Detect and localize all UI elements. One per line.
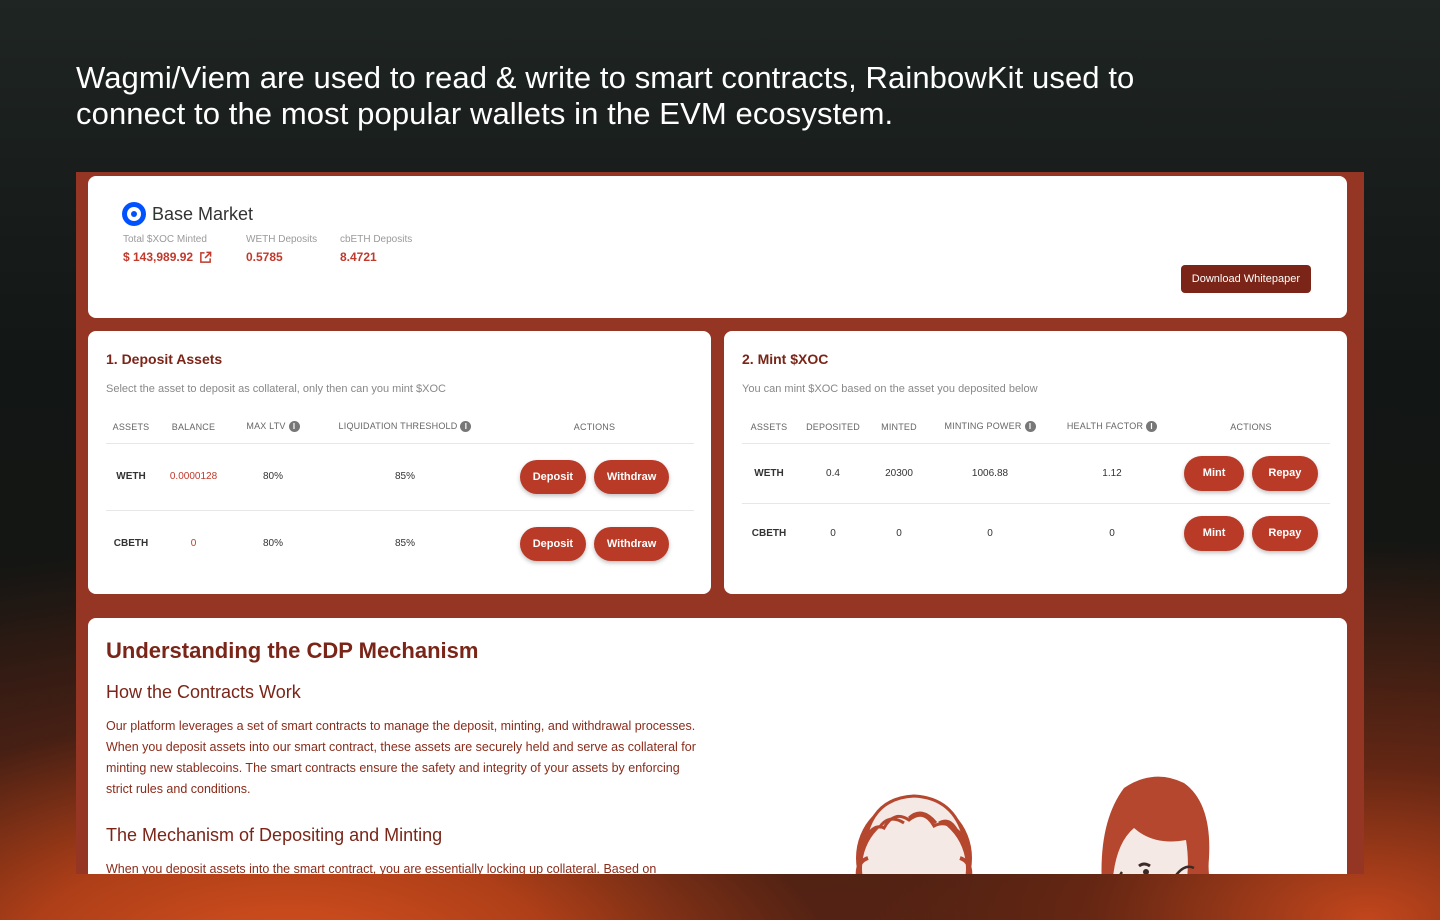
minted-cell: 20300 xyxy=(870,442,928,503)
stat-cbeth-deposits: cbETH Deposits 8.4721 xyxy=(340,234,412,264)
cdp-info-card: Understanding the CDP Mechanism How the … xyxy=(88,618,1347,874)
stat-value: 0.5785 xyxy=(246,250,283,264)
col-max-ltv-label: Max LTV xyxy=(246,421,286,432)
withdraw-button[interactable]: Withdraw xyxy=(593,459,670,494)
stat-label: Total $XOC Minted xyxy=(123,234,207,245)
people-illustration xyxy=(855,776,1210,874)
card-title: 1. Deposit Assets xyxy=(106,351,223,367)
col-max-ltv: Max LTV i xyxy=(231,411,315,443)
col-liquidation-threshold: Liquidation Threshold i xyxy=(315,411,495,443)
deposited-cell: 0 xyxy=(796,502,870,563)
table-row: WETH 0.4 20300 1006.88 1.12 Mint Repay xyxy=(742,442,1330,503)
balance-cell: 0.0000128 xyxy=(156,442,231,510)
info-icon[interactable]: i xyxy=(1024,421,1036,433)
health-cell: 0 xyxy=(1052,502,1172,563)
col-actions: Actions xyxy=(573,421,616,432)
mint-xoc-card: 2. Mint $XOC You can mint $XOC based on … xyxy=(724,331,1347,594)
repay-button[interactable]: Repay xyxy=(1251,515,1318,551)
asset-cell: CBETH xyxy=(106,509,156,577)
deposit-table: Assets Balance Max LTV i Liquidation Thre… xyxy=(106,411,694,577)
col-power-label: Minting Power xyxy=(944,421,1022,432)
repay-button[interactable]: Repay xyxy=(1251,455,1318,491)
stat-value: $ 143,989.92 xyxy=(123,250,194,264)
market-header: Base Market xyxy=(122,202,253,226)
max-ltv-cell: 80% xyxy=(231,509,315,577)
stat-label: cbETH Deposits xyxy=(340,234,413,245)
col-minting-power: Minting Power i xyxy=(928,411,1052,443)
power-cell: 1006.88 xyxy=(928,442,1052,503)
max-ltv-cell: 80% xyxy=(231,442,315,510)
external-link-icon[interactable] xyxy=(199,251,212,264)
info-title: Understanding the CDP Mechanism xyxy=(106,638,479,663)
table-row: WETH 0.0000128 80% 85% Deposit Withdraw xyxy=(106,442,694,510)
table-header: Assets Deposited Minted Minting Power i H… xyxy=(742,411,1330,443)
actions-cell: Mint Repay xyxy=(1172,502,1330,563)
deposited-cell: 0.4 xyxy=(796,442,870,503)
stat-label: WETH Deposits xyxy=(246,234,318,245)
stat-weth-deposits: WETH Deposits 0.5785 xyxy=(246,234,317,264)
col-assets: Assets xyxy=(112,421,150,432)
deposit-button[interactable]: Deposit xyxy=(519,526,587,561)
col-health-factor: Health Factor i xyxy=(1052,411,1172,443)
col-minted: Minted xyxy=(881,421,917,432)
info-subtitle: The Mechanism of Depositing and Minting xyxy=(106,825,443,845)
asset-cell: CBETH xyxy=(742,502,796,563)
asset-cell: WETH xyxy=(106,442,156,510)
info-paragraph: Our platform leverages a set of smart co… xyxy=(106,719,696,796)
deposit-assets-card: 1. Deposit Assets Select the asset to de… xyxy=(88,331,711,594)
card-description: Select the asset to deposit as collatera… xyxy=(106,383,446,395)
deposit-button[interactable]: Deposit xyxy=(519,459,587,494)
minted-cell: 0 xyxy=(870,502,928,563)
market-name: Base Market xyxy=(152,203,254,224)
character-right-illustration xyxy=(1101,776,1210,874)
download-whitepaper-button[interactable]: Download Whitepaper xyxy=(1180,265,1311,293)
col-balance: Balance xyxy=(171,421,216,432)
col-deposited: Deposited xyxy=(806,421,860,432)
actions-cell: Mint Repay xyxy=(1172,442,1330,503)
balance-cell: 0 xyxy=(156,509,231,577)
table-row: CBETH 0 0 0 0 Mint Repay xyxy=(742,502,1330,563)
withdraw-button[interactable]: Withdraw xyxy=(593,526,670,561)
col-health-label: Health Factor xyxy=(1066,421,1144,432)
info-icon[interactable]: i xyxy=(460,421,472,433)
base-logo-icon xyxy=(122,202,146,226)
page-headline: Wagmi/Viem are used to read & write to s… xyxy=(76,60,1135,131)
info-paragraph: When you deposit assets into the smart c… xyxy=(106,862,657,874)
stat-total-minted: Total $XOC Minted $ 143,989.92 xyxy=(123,234,212,264)
info-icon[interactable]: i xyxy=(288,421,300,433)
table-row: CBETH 0 80% 85% Deposit Withdraw xyxy=(106,509,694,577)
character-left-illustration xyxy=(855,794,973,874)
market-card: Base Market Total $XOC Minted $ 143,989.… xyxy=(88,176,1347,318)
actions-cell: Deposit Withdraw xyxy=(495,509,694,577)
card-title: 2. Mint $XOC xyxy=(742,351,829,367)
col-actions: Actions xyxy=(1230,421,1272,432)
power-cell: 0 xyxy=(928,502,1052,563)
mint-button[interactable]: Mint xyxy=(1184,455,1245,491)
table-header: Assets Balance Max LTV i Liquidation Thre… xyxy=(106,411,694,443)
mint-table: Assets Deposited Minted Minting Power i H… xyxy=(742,411,1330,563)
health-cell: 1.12 xyxy=(1052,442,1172,503)
actions-cell: Deposit Withdraw xyxy=(495,442,694,510)
app-screenshot: Base Market Total $XOC Minted $ 143,989.… xyxy=(76,172,1364,874)
mint-button[interactable]: Mint xyxy=(1184,515,1245,551)
col-assets: Assets xyxy=(750,421,788,432)
card-description: You can mint $XOC based on the asset you… xyxy=(742,383,1038,395)
col-liq-label: Liquidation Threshold xyxy=(338,421,458,432)
asset-cell: WETH xyxy=(742,442,796,503)
info-subtitle: How the Contracts Work xyxy=(106,682,301,702)
info-icon[interactable]: i xyxy=(1146,421,1158,433)
liq-cell: 85% xyxy=(315,442,495,510)
stat-value: 8.4721 xyxy=(340,250,377,264)
liq-cell: 85% xyxy=(315,509,495,577)
stat-value-wrap: $ 143,989.92 xyxy=(123,250,212,264)
